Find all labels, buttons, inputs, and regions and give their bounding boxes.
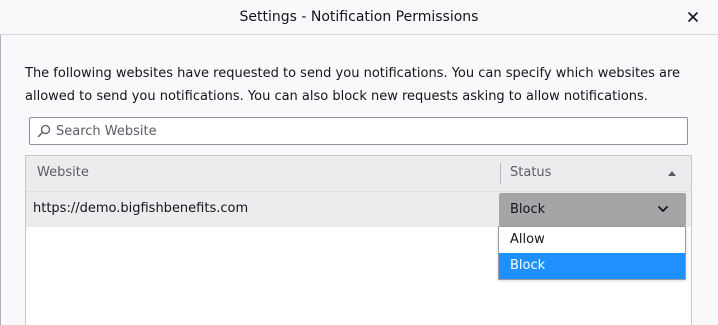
- dropdown-option-allow[interactable]: Allow: [499, 227, 685, 253]
- column-divider[interactable]: [500, 163, 501, 184]
- column-header-website[interactable]: Website: [37, 165, 89, 180]
- close-button[interactable]: [680, 6, 706, 28]
- permissions-description: The following websites have requested to…: [25, 66, 680, 104]
- row-website-url: https://demo.bigfishbenefits.com: [33, 201, 249, 216]
- status-dropdown-menu: Allow Block: [498, 226, 686, 280]
- dialog-titlebar: Settings - Notification Permissions: [0, 0, 718, 35]
- table-header: Website Status: [26, 156, 691, 192]
- column-header-status[interactable]: Status: [510, 165, 551, 180]
- dialog-title: Settings - Notification Permissions: [239, 9, 479, 25]
- sort-ascending-icon: [668, 171, 676, 176]
- chevron-down-icon: [658, 206, 668, 212]
- dropdown-option-label: Block: [510, 258, 546, 273]
- search-box[interactable]: [29, 117, 688, 145]
- dropdown-option-label: Allow: [510, 232, 545, 247]
- status-select[interactable]: Block: [499, 193, 686, 226]
- search-input[interactable]: [56, 118, 676, 144]
- notification-permissions-dialog: Settings - Notification Permissions The …: [0, 0, 718, 325]
- status-select-value: Block: [510, 202, 546, 217]
- search-icon: [37, 124, 51, 138]
- dropdown-option-block[interactable]: Block: [499, 253, 685, 279]
- window-left-edge: [0, 0, 1, 325]
- close-icon: [688, 12, 698, 22]
- table-row[interactable]: https://demo.bigfishbenefits.com Block: [26, 192, 691, 227]
